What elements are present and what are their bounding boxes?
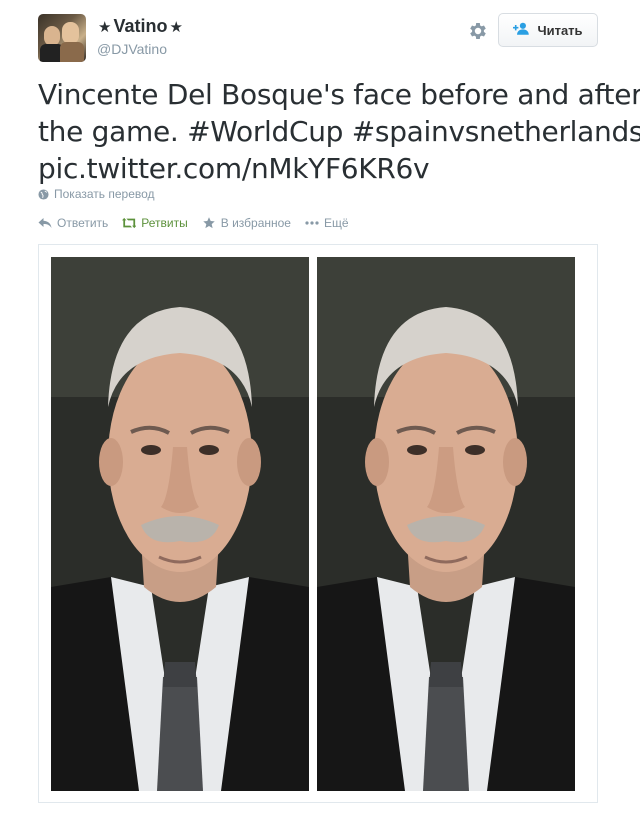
tweet-line[interactable]: the game. #WorldCup #spainvsnetherlands	[38, 113, 640, 150]
favorite-button[interactable]: В избранное	[202, 216, 291, 230]
star-icon	[203, 217, 215, 229]
follow-label: Читать	[537, 22, 583, 38]
translate-label: Показать перевод	[54, 187, 155, 201]
reply-icon	[38, 218, 52, 228]
reply-label: Ответить	[57, 216, 109, 230]
more-icon	[305, 221, 319, 225]
star-left: ★	[98, 18, 112, 36]
tweet-text: Vincente Del Bosque's face before and af…	[38, 76, 640, 187]
translate-link[interactable]: Показать перевод	[38, 187, 155, 201]
more-label: Ещё	[323, 216, 349, 230]
user-handle[interactable]: @DJVatino	[97, 41, 167, 57]
photo-after[interactable]	[317, 257, 575, 791]
retweet-icon	[122, 217, 137, 229]
tweet-actions: Ответить Ретвиты В избранное Ещё	[38, 216, 349, 230]
gear-icon[interactable]	[467, 20, 489, 42]
retweet-button[interactable]: Ретвиты	[122, 216, 188, 230]
avatar[interactable]	[38, 14, 86, 62]
tweet-link[interactable]: pic.twitter.com/nMkYF6KR6v	[38, 150, 628, 187]
display-name: Vatino	[113, 16, 168, 36]
media-container[interactable]	[38, 244, 598, 803]
more-button[interactable]: Ещё	[305, 216, 349, 230]
star-right: ★	[169, 18, 183, 36]
photo-before[interactable]	[51, 257, 309, 791]
retweet-label: Ретвиты	[141, 216, 188, 230]
add-user-icon	[513, 22, 531, 38]
tweet-line: Vincente Del Bosque's face before and af…	[38, 78, 640, 111]
reply-button[interactable]: Ответить	[38, 216, 108, 230]
favorite-label: В избранное	[220, 216, 291, 230]
follow-button[interactable]: Читать	[498, 13, 598, 47]
globe-icon	[38, 188, 49, 200]
user-name[interactable]: ★ Vatino ★	[98, 16, 183, 37]
